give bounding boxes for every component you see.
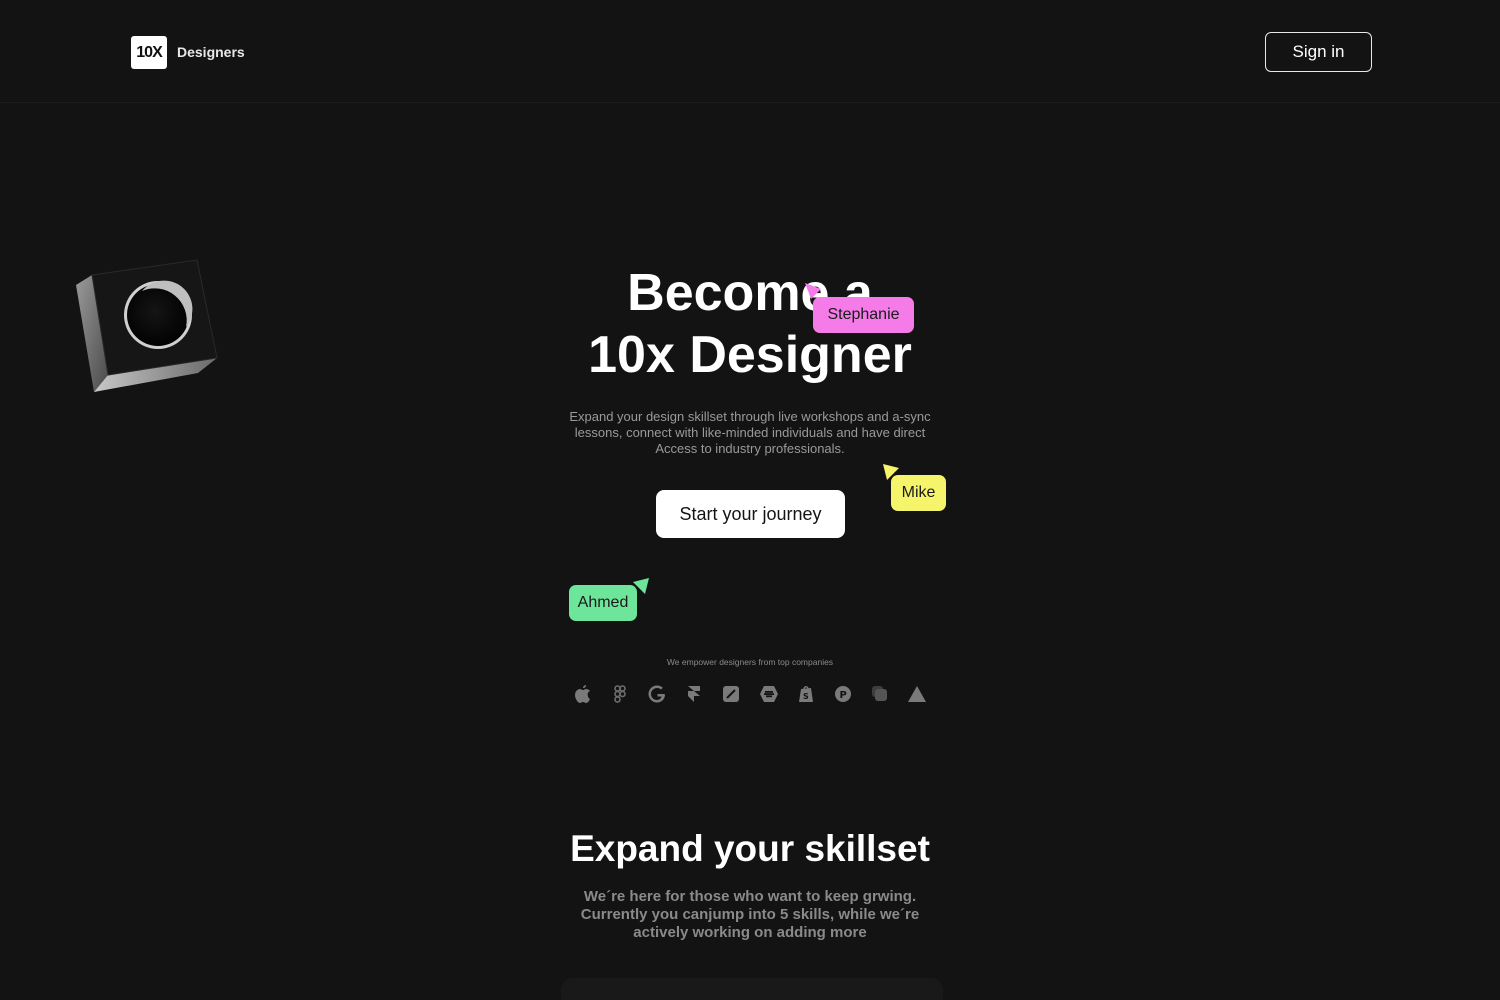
cursor-tag-mike: Mike <box>891 475 946 511</box>
skills-subtitle: We´re here for those who want to keep gr… <box>580 888 920 941</box>
shopify-icon: S <box>793 681 819 707</box>
sign-in-button[interactable]: Sign in <box>1265 32 1372 72</box>
google-icon <box>644 681 670 707</box>
cursor-tag-stephanie: Stephanie <box>813 297 914 333</box>
bumble-icon <box>756 681 782 707</box>
site-header: 10X Designers Sign in <box>0 0 1500 103</box>
svg-text:P: P <box>839 690 846 701</box>
company-logos: S P <box>570 681 930 707</box>
figma-icon <box>607 681 633 707</box>
hero-title: Become a 10x Designer <box>450 262 1050 386</box>
svg-text:S: S <box>803 692 809 701</box>
hero-subtitle: Expand your design skillset through live… <box>569 409 931 456</box>
skills-card <box>561 978 943 1000</box>
hero-title-line1: Become a <box>627 264 873 322</box>
apple-icon <box>570 681 596 707</box>
producthunt-icon: P <box>830 681 856 707</box>
start-journey-button[interactable]: Start your journey <box>656 490 845 538</box>
skills-title: Expand your skillset <box>570 828 930 869</box>
vercel-icon <box>904 681 930 707</box>
framer-icon <box>681 681 707 707</box>
companies-label: We empower designers from top companies <box>666 657 834 667</box>
logo-text[interactable]: Designers <box>177 44 245 60</box>
hero-title-line2: 10x Designer <box>588 326 912 384</box>
cube-3d-icon <box>76 259 218 392</box>
sketch-icon <box>718 681 744 707</box>
cursor-tag-ahmed: Ahmed <box>569 585 637 621</box>
landing-page: 10X Designers Sign in Become a 10x Desig… <box>0 0 1500 1000</box>
logo-mark[interactable]: 10X <box>131 36 167 69</box>
stack-icon <box>867 681 893 707</box>
